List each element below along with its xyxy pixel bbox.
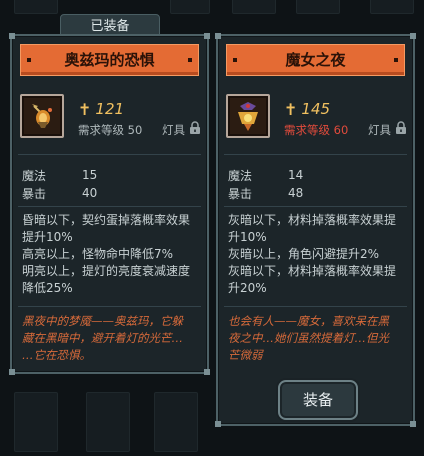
- lore-text: 黑夜中的梦魇——奥兹玛，它躲 藏在黑暗中，避开着灯的光芒… …它在恐惧。: [22, 313, 207, 364]
- bg-inventory-slot: [86, 392, 130, 452]
- stat-row: 魔法 14: [228, 166, 348, 184]
- level-requirement: 需求等级 60: [284, 123, 349, 137]
- stat-value: 40: [82, 186, 98, 200]
- effect-line: 灰暗以上，角色闪避提升2%: [228, 247, 380, 261]
- lore-line: 芒微弱: [228, 348, 263, 362]
- level-requirement: 需求等级 50: [78, 123, 143, 137]
- bg-inventory-slot: [14, 392, 58, 452]
- stat-name: 魔法: [22, 168, 47, 183]
- stat-value: 15: [82, 168, 98, 182]
- price-row: ✝ 121: [78, 98, 124, 120]
- effects-text: 昏暗以下，契约蛋掉落概率效果 提升10% 高亮以上，怪物命中降低7% 明亮以上，…: [22, 212, 202, 297]
- divider: [224, 154, 407, 155]
- frame-corner: [204, 33, 210, 39]
- frame-corner: [215, 421, 221, 427]
- lore-line: 藏在黑暗中，避开着灯的光芒…: [22, 331, 183, 345]
- price-currency-icon: ✝: [78, 99, 92, 119]
- price-currency-icon: ✝: [284, 99, 298, 119]
- bg-inventory-slot: [14, 0, 58, 14]
- divider: [18, 206, 201, 207]
- frame-corner: [215, 33, 221, 39]
- item-icon-slot[interactable]: [226, 94, 270, 138]
- equip-button[interactable]: 装备: [278, 380, 358, 420]
- effect-line: 升20%: [228, 281, 267, 295]
- bg-inventory-slot: [170, 0, 210, 14]
- divider: [18, 154, 201, 155]
- effect-line: 明亮以上，提灯的亮度衰减速度: [22, 264, 191, 278]
- stat-name: 魔法: [228, 168, 253, 183]
- price-value: 121: [95, 100, 125, 118]
- bg-inventory-slot: [154, 392, 198, 452]
- equipped-item-card: 奥兹玛的恐惧 ✝ 121 需求等级 50 灯具 魔法 15 暴击 40 昏暗以下…: [9, 33, 210, 375]
- effect-line: 降低25%: [22, 281, 73, 295]
- bg-inventory-slot: [296, 0, 340, 14]
- price-row: ✝ 145: [284, 98, 330, 120]
- effect-line: 灰暗以下，材料掉落概率效果提: [228, 264, 397, 278]
- divider: [224, 206, 407, 207]
- bg-inventory-slot: [370, 0, 414, 14]
- effect-line: 升10%: [228, 230, 267, 244]
- stat-value: 48: [288, 186, 304, 200]
- stats-block: 魔法 15 暴击 40: [22, 166, 142, 202]
- frame-corner: [204, 369, 210, 375]
- stat-row: 暴击 48: [228, 184, 348, 202]
- frame-corner: [9, 369, 15, 375]
- stats-block: 魔法 14 暴击 48: [228, 166, 348, 202]
- lore-line: …它在恐惧。: [22, 348, 91, 362]
- item-title: 魔女之夜: [226, 44, 405, 76]
- lock-icon[interactable]: [189, 121, 201, 135]
- effect-line: 高亮以上，怪物命中降低7%: [22, 247, 174, 261]
- stat-name: 暴击: [228, 186, 253, 201]
- frame-corner: [9, 33, 15, 39]
- frame-corner: [410, 33, 416, 39]
- slot-type-label: 灯具: [368, 123, 391, 137]
- effects-text: 灰暗以下，材料掉落概率效果提 升10% 灰暗以上，角色闪避提升2% 灰暗以下，材…: [228, 212, 408, 297]
- lore-text: 也会有人——魔女，喜欢呆在黑 夜之中…她们虽然提着灯…但光 芒微弱: [228, 313, 413, 364]
- lore-line: 黑夜中的梦魇——奥兹玛，它躲: [22, 314, 183, 328]
- lantern-pendant-icon: [32, 104, 52, 128]
- effect-line: 昏暗以下，契约蛋掉落概率效果: [22, 213, 191, 227]
- witch-lantern-icon: [238, 102, 258, 131]
- item-title: 奥兹玛的恐惧: [20, 44, 199, 76]
- lore-line: 也会有人——魔女，喜欢呆在黑: [228, 314, 389, 328]
- frame-corner: [410, 421, 416, 427]
- compare-item-card: 魔女之夜 ✝ 145 需求等级 60 灯具 魔法 14 暴击 48 灰暗以下，材…: [215, 33, 416, 427]
- price-value: 145: [301, 100, 331, 118]
- slot-type-label: 灯具: [162, 123, 185, 137]
- stat-row: 暴击 40: [22, 184, 142, 202]
- stat-name: 暴击: [22, 186, 47, 201]
- divider: [224, 306, 407, 307]
- stat-row: 魔法 15: [22, 166, 142, 184]
- lock-icon[interactable]: [395, 121, 407, 135]
- equipment-compare-screen: 已装备 奥兹玛的恐惧 ✝ 121 需求等级 50 灯具 魔法 15 暴击 40 …: [0, 0, 424, 456]
- effect-line: 提升10%: [22, 230, 73, 244]
- divider: [18, 306, 201, 307]
- effect-line: 灰暗以下，材料掉落概率效果提: [228, 213, 397, 227]
- bg-inventory-slot: [232, 0, 276, 14]
- item-icon-slot[interactable]: [20, 94, 64, 138]
- lore-line: 夜之中…她们虽然提着灯…但光: [228, 331, 389, 345]
- stat-value: 14: [288, 168, 304, 182]
